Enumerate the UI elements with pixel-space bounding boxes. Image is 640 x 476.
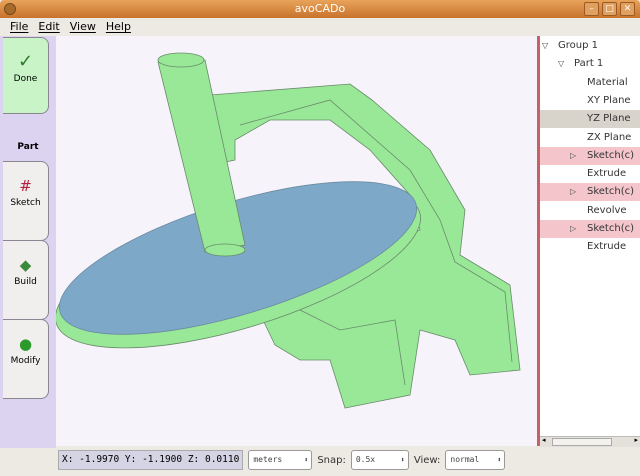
- tree-item-label: Group 1: [558, 40, 598, 51]
- expander-icon[interactable]: ▽: [542, 37, 548, 55]
- menu-file[interactable]: File: [10, 18, 28, 36]
- expander-icon[interactable]: ▽: [558, 55, 564, 73]
- build-label: Build: [14, 277, 37, 287]
- tree-item[interactable]: Revolve: [540, 202, 640, 220]
- done-label: Done: [13, 74, 38, 84]
- tree-scrollbar[interactable]: ◂ ▸: [540, 436, 640, 447]
- 3d-viewport[interactable]: [55, 36, 537, 446]
- app-icon[interactable]: [4, 3, 16, 15]
- tree-item-label: Part 1: [574, 58, 604, 70]
- menu-bar: File Edit View Help: [0, 18, 640, 36]
- expander-icon[interactable]: ▷: [570, 147, 576, 165]
- tree-item[interactable]: ▷ Sketch(c): [540, 220, 640, 238]
- scroll-right-icon[interactable]: ▸: [634, 436, 638, 444]
- sketch-icon: #: [19, 177, 32, 195]
- modify-icon: ●: [18, 335, 33, 353]
- tree-item[interactable]: ▷ Sketch(c): [540, 183, 640, 202]
- tree-item[interactable]: ▽ Group 1: [540, 37, 640, 55]
- tree-item-label: XY Plane: [587, 94, 631, 106]
- window-title: avoCADo: [294, 2, 346, 15]
- expander-icon[interactable]: ▷: [570, 183, 576, 201]
- model-render: [55, 52, 521, 409]
- snap-value: 0.5x: [355, 455, 376, 464]
- title-bar: avoCADo – □ ✕: [0, 0, 640, 18]
- view-label: View:: [413, 454, 441, 466]
- tree-item-label: YZ Plane: [587, 113, 631, 125]
- scroll-left-icon[interactable]: ◂: [542, 436, 546, 444]
- tree-item[interactable]: ▷ Sketch(c): [540, 146, 640, 165]
- tree-item-label: Material: [587, 76, 628, 88]
- tree-item-label: Extrude: [587, 168, 627, 180]
- coordinate-readout: X: -1.9970 Y: -1.1900 Z: 0.0110: [58, 450, 244, 470]
- status-bar: X: -1.9970 Y: -1.1900 Z: 0.0110 meters ⬍ …: [56, 448, 640, 472]
- tree-item-label: Extrude: [587, 241, 627, 253]
- units-value: meters: [253, 455, 283, 464]
- tree-item[interactable]: YZ Plane: [540, 110, 640, 129]
- tree-item-label: Sketch(c): [587, 223, 634, 234]
- build-button[interactable]: ◆ Build: [3, 240, 49, 320]
- part-tree: ▽ Group 1 ▽ Part 1 Material XY Plane YZ Plane Z…: [540, 36, 640, 436]
- tree-item[interactable]: ZX Plane: [540, 129, 640, 147]
- view-value: normal: [450, 455, 480, 464]
- sketch-button[interactable]: # Sketch: [3, 161, 49, 241]
- menu-edit[interactable]: Edit: [38, 18, 59, 36]
- modify-label: Modify: [10, 356, 41, 366]
- tree-item-label: Sketch(c): [587, 186, 634, 198]
- tree-item[interactable]: Extrude: [540, 165, 640, 183]
- expander-icon[interactable]: ▷: [570, 220, 576, 238]
- view-select[interactable]: normal ⬍: [445, 450, 506, 470]
- snap-label: Snap:: [317, 454, 346, 466]
- tree-item-label: Sketch(c): [587, 149, 634, 161]
- close-button[interactable]: ✕: [620, 2, 635, 16]
- spin-icon: ⬍: [304, 456, 309, 464]
- build-icon: ◆: [19, 256, 32, 274]
- sketch-label: Sketch: [10, 198, 41, 208]
- done-button[interactable]: ✓ Done: [3, 37, 49, 114]
- tree-item[interactable]: XY Plane: [540, 92, 640, 110]
- cylinder-top: [157, 52, 205, 68]
- scroll-thumb[interactable]: [552, 438, 612, 446]
- spin-icon: ⬍: [400, 456, 405, 464]
- maximize-button[interactable]: □: [602, 2, 617, 16]
- units-select[interactable]: meters ⬍: [248, 450, 313, 470]
- menu-help[interactable]: Help: [106, 18, 131, 36]
- tree-item-label: ZX Plane: [587, 131, 632, 143]
- tool-panel: ✓ Done Part # Sketch ◆ Build ● Modify: [0, 36, 56, 448]
- minimize-button[interactable]: –: [584, 2, 599, 16]
- tree-item[interactable]: Material: [540, 74, 640, 92]
- checkmark-icon: ✓: [17, 51, 34, 72]
- menu-view[interactable]: View: [70, 18, 96, 36]
- tree-item-label: Revolve: [587, 204, 627, 216]
- cylinder-bottom: [204, 243, 246, 257]
- modify-button[interactable]: ● Modify: [3, 319, 49, 399]
- spin-icon: ⬍: [497, 456, 502, 464]
- tree-item[interactable]: ▽ Part 1: [540, 55, 640, 73]
- snap-select[interactable]: 0.5x ⬍: [350, 450, 409, 470]
- section-label: Part: [17, 142, 39, 152]
- tree-item[interactable]: Extrude: [540, 238, 640, 256]
